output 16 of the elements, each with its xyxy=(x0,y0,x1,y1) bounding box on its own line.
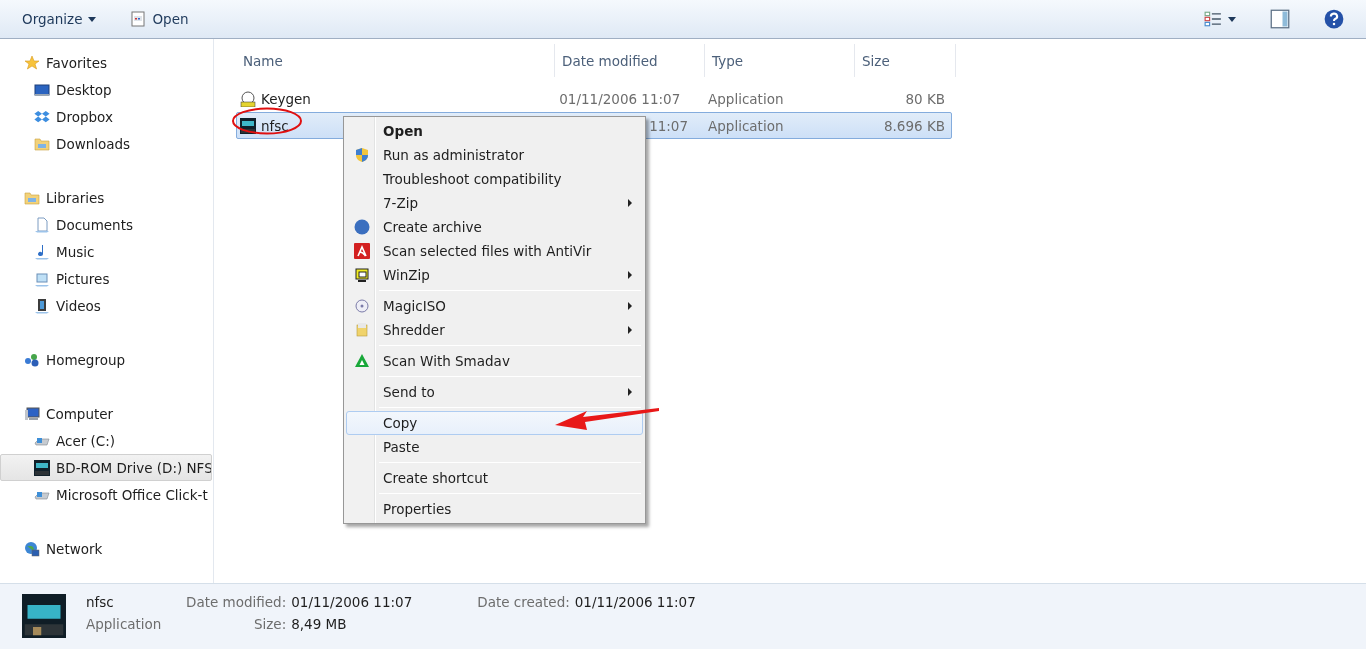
field-label: Date modified: xyxy=(186,594,287,610)
table-cell-text: 80 KB xyxy=(904,90,946,107)
field-value: 01/11/2006 11:07 xyxy=(574,594,696,610)
field-label: Date created: xyxy=(477,594,570,610)
field-value: 8,49 MB xyxy=(291,616,348,632)
field-value: 01/11/2006 11:07 xyxy=(291,594,413,610)
table-cell-text: Application xyxy=(707,90,785,107)
file-type: Application xyxy=(86,616,163,632)
table-cell-text: 8.696 KB xyxy=(882,117,946,134)
file-name: Keygen xyxy=(261,90,311,107)
table-cell-text: 01/11/2006 11:07 xyxy=(558,90,682,107)
file-name: nfsc xyxy=(86,594,115,610)
field-label: Size: xyxy=(252,616,287,632)
table-cell-text: Application xyxy=(707,117,785,134)
file-name: nfsc xyxy=(261,117,289,134)
table-cell-text: 11:07 xyxy=(648,117,690,134)
